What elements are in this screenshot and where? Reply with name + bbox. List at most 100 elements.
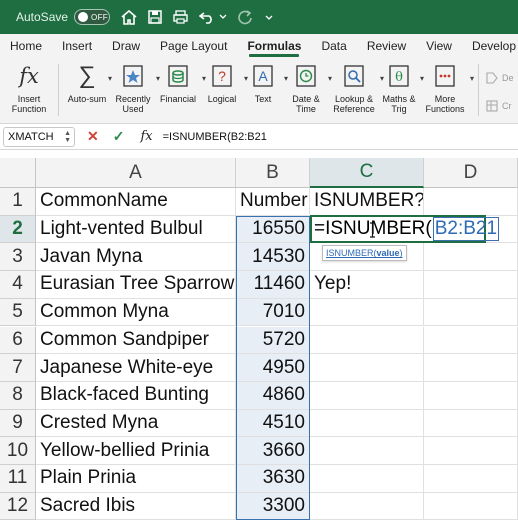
cell-c5[interactable] [310, 298, 424, 327]
cell-d7[interactable] [424, 354, 518, 382]
cell-c9[interactable] [310, 409, 424, 438]
maths-trig-button[interactable]: θ Maths & Trig ▾ [380, 58, 424, 124]
row-header[interactable]: 10 [0, 437, 36, 465]
cell-c7[interactable] [310, 354, 424, 382]
cell-c11[interactable] [310, 465, 424, 493]
cell-b7[interactable]: 4950 [236, 354, 310, 382]
confirm-icon[interactable]: ✓ [113, 128, 125, 145]
cell-b9[interactable]: 4510 [236, 409, 310, 438]
function-tooltip[interactable]: ISNUMBER(value) [322, 245, 407, 262]
tooltip-function-name[interactable]: ISNUMBER [326, 248, 374, 258]
cell-b12[interactable]: 3300 [236, 492, 310, 520]
tab-develop[interactable]: Develop [462, 34, 518, 58]
cell-c6[interactable] [310, 326, 424, 355]
active-cell-editor[interactable]: =ISNUMBER(B2:B21 [310, 214, 500, 243]
save-icon[interactable] [148, 10, 162, 24]
tab-page-layout[interactable]: Page Layout [150, 34, 237, 58]
insert-function-button[interactable]: fx Insert Function [4, 58, 54, 124]
tab-home[interactable]: Home [0, 34, 52, 58]
undo-icon[interactable] [199, 10, 215, 24]
create-from-selection-button[interactable]: Cr [486, 96, 512, 116]
cell-b2[interactable]: 16550 [236, 215, 310, 244]
cell-d10[interactable] [424, 437, 518, 465]
cell-b5[interactable]: 7010 [236, 298, 310, 327]
tab-view[interactable]: View [416, 34, 462, 58]
undo-dropdown-icon[interactable] [219, 14, 227, 20]
logical-button[interactable]: ? Logical ▾ [202, 58, 248, 124]
cell-d1[interactable] [424, 188, 518, 216]
column-header-d[interactable]: D [424, 158, 518, 188]
insert-function-fx-icon[interactable]: fx [140, 129, 152, 144]
cell-a11[interactable]: Plain Prinia [36, 465, 236, 493]
tab-draw[interactable]: Draw [102, 34, 150, 58]
cell-c1[interactable]: ISNUMBER? [310, 188, 424, 216]
row-header[interactable]: 4 [0, 271, 36, 299]
formula-input[interactable]: =ISNUMBER(B2:B21 [163, 131, 267, 143]
recently-used-button[interactable]: Recently Used ▾ [112, 58, 160, 124]
define-name-button[interactable]: De [486, 68, 514, 88]
tab-review[interactable]: Review [357, 34, 416, 58]
cell-d5[interactable] [424, 298, 518, 327]
more-functions-button[interactable]: More Functions ▾ [422, 58, 474, 124]
financial-button[interactable]: Financial ▾ [156, 58, 206, 124]
row-header[interactable]: 7 [0, 354, 36, 382]
cell-a3[interactable]: Javan Myna [36, 243, 236, 272]
cell-a9[interactable]: Crested Myna [36, 409, 236, 438]
cell-b1[interactable]: Number [236, 188, 310, 216]
tooltip-argument[interactable]: value [377, 248, 400, 258]
row-header[interactable]: 1 [0, 188, 36, 216]
cell-b10[interactable]: 3660 [236, 437, 310, 465]
column-header-c[interactable]: C [310, 158, 424, 188]
cell-d9[interactable] [424, 409, 518, 438]
cell-d6[interactable] [424, 326, 518, 355]
row-header[interactable]: 5 [0, 298, 36, 327]
cell-a5[interactable]: Common Myna [36, 298, 236, 327]
row-header[interactable]: 3 [0, 243, 36, 272]
date-time-button[interactable]: Date & Time ▾ [286, 58, 332, 124]
cell-a7[interactable]: Japanese White-eye [36, 354, 236, 382]
cell-d12[interactable] [424, 492, 518, 520]
redo-icon[interactable] [238, 9, 253, 25]
home-icon[interactable] [121, 9, 137, 25]
cell-a1[interactable]: CommonName [36, 188, 236, 216]
tab-formulas[interactable]: Formulas [237, 34, 311, 58]
customize-toolbar-icon[interactable] [264, 12, 274, 22]
cell-a10[interactable]: Yellow-bellied Prinia [36, 437, 236, 465]
lookup-reference-button[interactable]: Lookup & Reference ▾ [330, 58, 384, 124]
row-header[interactable]: 9 [0, 409, 36, 438]
cell-c4[interactable]: Yep! [310, 271, 424, 299]
cell-a2[interactable]: Light-vented Bulbul [36, 215, 236, 244]
tab-insert[interactable]: Insert [52, 34, 102, 58]
cell-d3[interactable] [424, 243, 518, 272]
name-box[interactable]: XMATCH ▲ ▼ [3, 126, 75, 147]
row-header[interactable]: 11 [0, 465, 36, 493]
row-header[interactable]: 8 [0, 381, 36, 410]
cell-d8[interactable] [424, 381, 518, 410]
cell-c12[interactable] [310, 492, 424, 520]
tab-data[interactable]: Data [311, 34, 356, 58]
cell-d4[interactable] [424, 271, 518, 299]
row-header[interactable]: 2 [0, 215, 36, 244]
cell-b6[interactable]: 5720 [236, 326, 310, 355]
cancel-icon[interactable]: ✕ [87, 128, 99, 145]
select-all-corner[interactable] [0, 158, 36, 188]
cell-d11[interactable] [424, 465, 518, 493]
text-functions-button[interactable]: A Text ▾ [244, 58, 288, 124]
cell-a8[interactable]: Black-faced Bunting [36, 381, 236, 410]
cell-a6[interactable]: Common Sandpiper [36, 326, 236, 355]
cell-c10[interactable] [310, 437, 424, 465]
column-header-a[interactable]: A [36, 158, 236, 188]
cell-b8[interactable]: 4860 [236, 381, 310, 410]
cell-a4[interactable]: Eurasian Tree Sparrow [36, 271, 236, 299]
column-header-b[interactable]: B [236, 158, 310, 188]
cell-a12[interactable]: Sacred Ibis [36, 492, 236, 520]
autosum-button[interactable]: ∑ Auto-sum ▾ [64, 58, 112, 124]
cell-b4[interactable]: 11460 [236, 271, 310, 299]
cell-c8[interactable] [310, 381, 424, 410]
cell-b11[interactable]: 3630 [236, 465, 310, 493]
autosave-toggle[interactable]: OFF [74, 9, 111, 25]
cell-b3[interactable]: 14530 [236, 243, 310, 272]
print-icon[interactable] [173, 10, 188, 24]
row-header[interactable]: 12 [0, 492, 36, 520]
row-header[interactable]: 6 [0, 326, 36, 355]
